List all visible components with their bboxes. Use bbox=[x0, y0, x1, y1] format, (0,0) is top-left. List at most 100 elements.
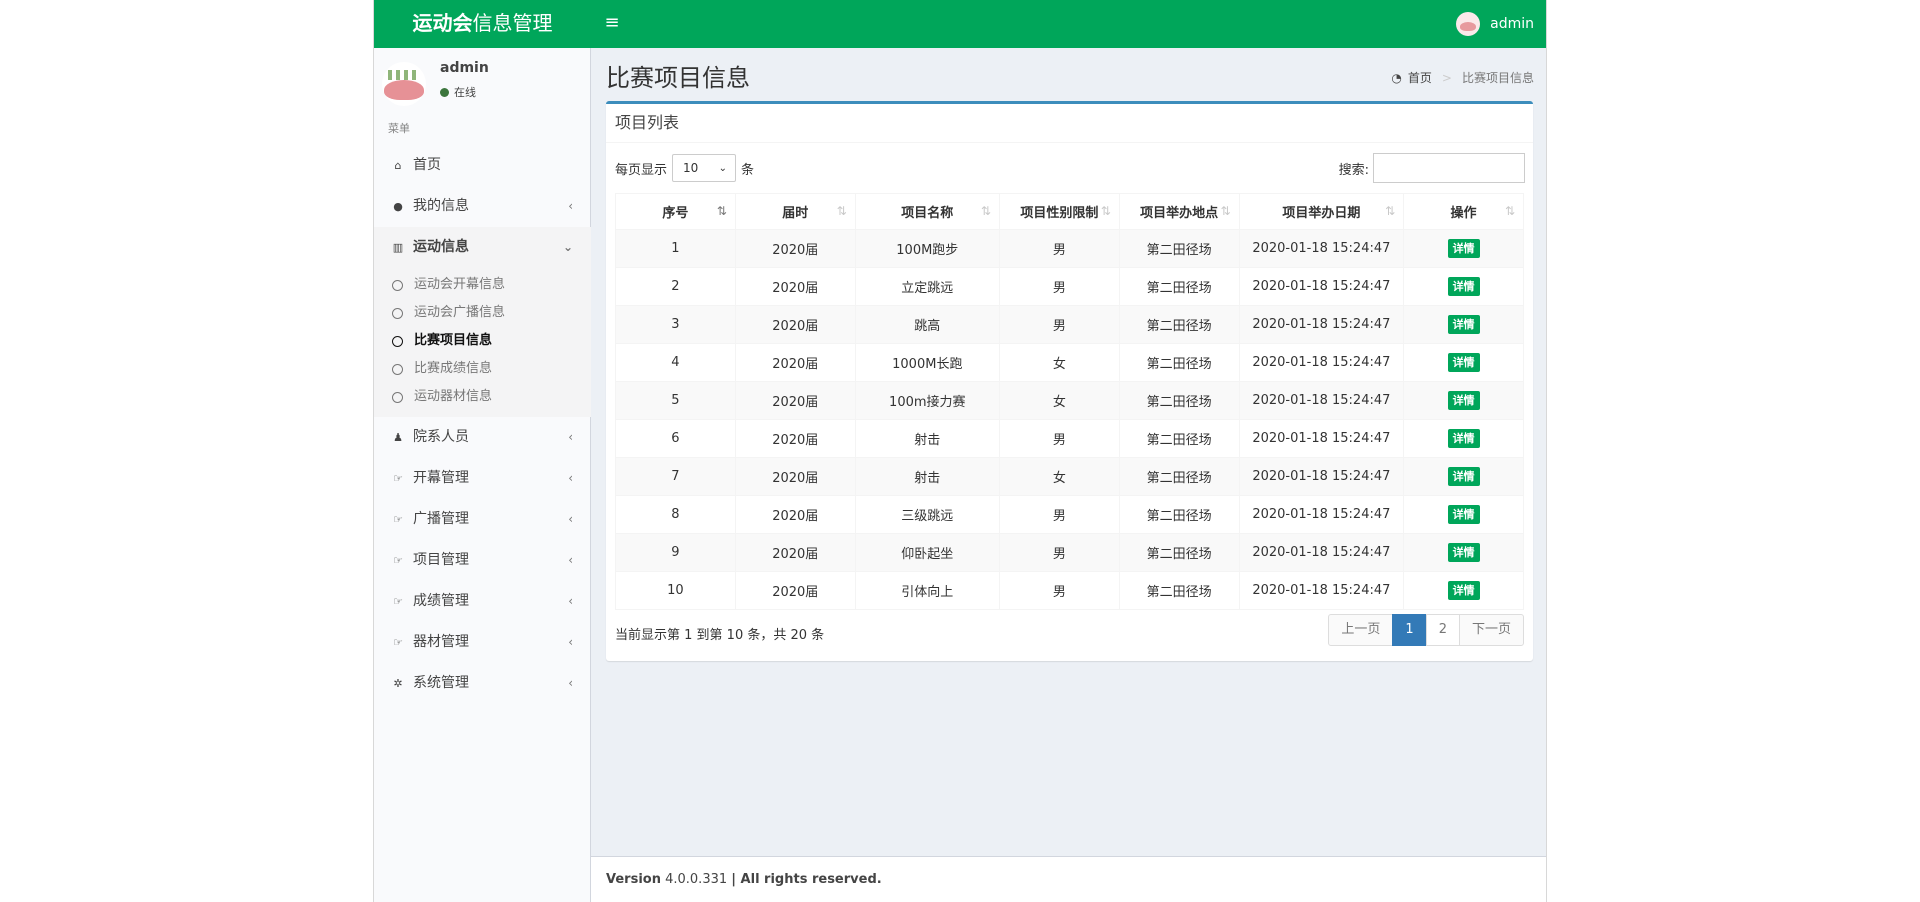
column-header[interactable]: 项目性别限制 ⇅ bbox=[998, 193, 1120, 230]
gear-icon: ✲ bbox=[393, 677, 403, 690]
detail-button[interactable]: 详情 bbox=[1447, 467, 1480, 486]
column-header[interactable]: 项目举办日期 ⇅ bbox=[1238, 193, 1405, 230]
column-header[interactable]: 项目举办地点 ⇅ bbox=[1118, 193, 1240, 230]
sidebar-item-label: 院系人员 bbox=[413, 429, 469, 445]
detail-button[interactable]: 详情 bbox=[1447, 505, 1480, 524]
table-cell: 详情 bbox=[1403, 419, 1524, 458]
chevron-left-icon: ‹ bbox=[568, 594, 573, 608]
online-status: 在线 bbox=[440, 84, 476, 100]
rights-text: | All rights reserved. bbox=[731, 872, 882, 887]
user-panel: admin 在线 bbox=[374, 48, 591, 112]
submenu-item[interactable]: 比赛成绩信息 bbox=[374, 355, 591, 383]
table-cell: 第二田径场 bbox=[1118, 457, 1240, 496]
table-cell: 2020-01-18 15:24:47 bbox=[1238, 495, 1405, 534]
table-cell: 详情 bbox=[1403, 495, 1524, 534]
page-title: 比赛项目信息 bbox=[606, 64, 750, 92]
pagination: 上一页 1 2 下一页 bbox=[1328, 614, 1524, 646]
submenu-item[interactable]: 运动会广播信息 bbox=[374, 299, 591, 327]
table-row: 6 2020届 射击男第二田径场 2020-01-18 15:24:47 详情 bbox=[615, 419, 1524, 458]
user-menu[interactable]: admin bbox=[1456, 0, 1534, 48]
search-control: 搜索: bbox=[1339, 153, 1525, 183]
page-button[interactable]: 2 bbox=[1425, 614, 1460, 646]
sidebar-item[interactable]: ✲ 系统管理 ‹ bbox=[374, 663, 591, 704]
thumbs-up-icon: ☞ bbox=[393, 636, 403, 649]
circle-icon bbox=[392, 335, 403, 347]
detail-button[interactable]: 详情 bbox=[1447, 581, 1480, 600]
sidebar-item[interactable]: ▥ 运动信息 ⌄ bbox=[374, 227, 591, 268]
table-cell: 详情 bbox=[1403, 457, 1524, 496]
page-length-value: 10 bbox=[683, 161, 699, 175]
status-text: 在线 bbox=[454, 86, 476, 99]
table-cell: 2020届 bbox=[734, 457, 856, 496]
table-cell: 10 bbox=[615, 571, 736, 610]
page-button[interactable]: 1 bbox=[1392, 614, 1427, 646]
column-header[interactable]: 序号 ⇅ bbox=[615, 193, 736, 230]
project-table: 序号 ⇅ 届时 ⇅ 项目名称 ⇅ 项目性别限制 ⇅ 项目举办地点 ⇅ 项目举办日期 ⇅ 操作 ⇅ 1 202… bbox=[615, 193, 1524, 610]
chevron-left-icon: ‹ bbox=[568, 553, 573, 567]
submenu-item[interactable]: 比赛项目信息 bbox=[374, 327, 591, 355]
detail-button[interactable]: 详情 bbox=[1447, 315, 1480, 334]
column-header[interactable]: 届时 ⇅ bbox=[734, 193, 856, 230]
sidebar-item[interactable]: ☞ 器材管理 ‹ bbox=[374, 622, 591, 663]
home-icon: ⌂ bbox=[394, 159, 402, 172]
sidebar: admin 在线 菜单 ⌂ 首页 ● 我的信息 ‹ ▥ 运动信息 ⌄ 运动会开幕信息 运动会广播信… bbox=[374, 48, 591, 902]
table-cell: 男 bbox=[998, 267, 1120, 306]
logo-text: 信息管理 bbox=[472, 11, 553, 35]
column-header-label: 项目名称 bbox=[901, 206, 954, 221]
breadcrumb-home[interactable]: 首页 bbox=[1408, 69, 1432, 86]
table-cell: 详情 bbox=[1403, 571, 1524, 610]
column-header-label: 序号 bbox=[662, 206, 689, 221]
table-cell: 男 bbox=[998, 229, 1120, 268]
submenu-item[interactable]: 运动器材信息 bbox=[374, 383, 591, 411]
table-cell: 引体向上 bbox=[854, 571, 1000, 610]
column-header[interactable]: 操作 ⇅ bbox=[1403, 193, 1524, 230]
table-cell: 2020届 bbox=[734, 267, 856, 306]
submenu-item[interactable]: 运动会开幕信息 bbox=[374, 271, 591, 299]
page-length-control: 每页显示 10 ⌄ 条 bbox=[615, 154, 754, 182]
detail-button[interactable]: 详情 bbox=[1447, 239, 1480, 258]
main-header: 运动会信息管理 ≡ admin bbox=[374, 0, 1546, 48]
table-cell: 第二田径场 bbox=[1118, 381, 1240, 420]
column-header-label: 届时 bbox=[782, 206, 809, 221]
sidebar-item[interactable]: ☞ 成绩管理 ‹ bbox=[374, 581, 591, 622]
column-header[interactable]: 项目名称 ⇅ bbox=[854, 193, 1000, 230]
sidebar-item-label: 系统管理 bbox=[413, 675, 469, 691]
detail-button[interactable]: 详情 bbox=[1447, 391, 1480, 410]
chevron-left-icon: ‹ bbox=[568, 430, 573, 444]
table-row: 1 2020届 100M跑步男第二田径场 2020-01-18 15:24:47 详情 bbox=[615, 229, 1524, 268]
table-cell: 详情 bbox=[1403, 343, 1524, 382]
length-prefix: 每页显示 bbox=[615, 162, 668, 178]
sort-asc-icon: ⇅ bbox=[716, 204, 727, 218]
detail-button[interactable]: 详情 bbox=[1447, 353, 1480, 372]
detail-button[interactable]: 详情 bbox=[1447, 543, 1480, 562]
detail-button[interactable]: 详情 bbox=[1447, 429, 1480, 448]
table-cell: 2020-01-18 15:24:47 bbox=[1238, 571, 1405, 610]
table-cell: 射击 bbox=[854, 457, 1000, 496]
next-page-button[interactable]: 下一页 bbox=[1458, 614, 1524, 646]
table-cell: 8 bbox=[615, 495, 736, 534]
table-cell: 4 bbox=[615, 343, 736, 382]
page-length-select[interactable]: 10 ⌄ bbox=[672, 154, 737, 182]
sidebar-item[interactable]: ☞ 开幕管理 ‹ bbox=[374, 458, 591, 499]
sidebar-item[interactable]: ☞ 广播管理 ‹ bbox=[374, 499, 591, 540]
prev-page-button[interactable]: 上一页 bbox=[1328, 614, 1394, 646]
chevron-down-icon: ⌄ bbox=[718, 162, 728, 174]
table-cell: 3 bbox=[615, 305, 736, 344]
search-input[interactable] bbox=[1373, 153, 1525, 183]
sidebar-item[interactable]: ♟ 院系人员 ‹ bbox=[374, 417, 591, 458]
sidebar-item[interactable]: ● 我的信息 ‹ bbox=[374, 186, 591, 227]
thumbs-up-icon: ☞ bbox=[393, 554, 403, 567]
avatar bbox=[1456, 12, 1481, 36]
table-cell: 2020-01-18 15:24:47 bbox=[1238, 305, 1405, 344]
sidebar-username: admin bbox=[440, 60, 489, 76]
detail-button[interactable]: 详情 bbox=[1447, 277, 1480, 296]
table-cell: 7 bbox=[615, 457, 736, 496]
app-logo[interactable]: 运动会信息管理 bbox=[374, 0, 591, 48]
sidebar-toggle-icon[interactable]: ≡ bbox=[602, 0, 622, 48]
column-header-label: 项目举办地点 bbox=[1140, 206, 1219, 221]
sidebar-item[interactable]: ☞ 项目管理 ‹ bbox=[374, 540, 591, 581]
online-dot-icon bbox=[440, 87, 449, 97]
table-cell: 女 bbox=[998, 381, 1120, 420]
sidebar-item[interactable]: ⌂ 首页 bbox=[374, 145, 591, 186]
table-cell: 男 bbox=[998, 571, 1120, 610]
